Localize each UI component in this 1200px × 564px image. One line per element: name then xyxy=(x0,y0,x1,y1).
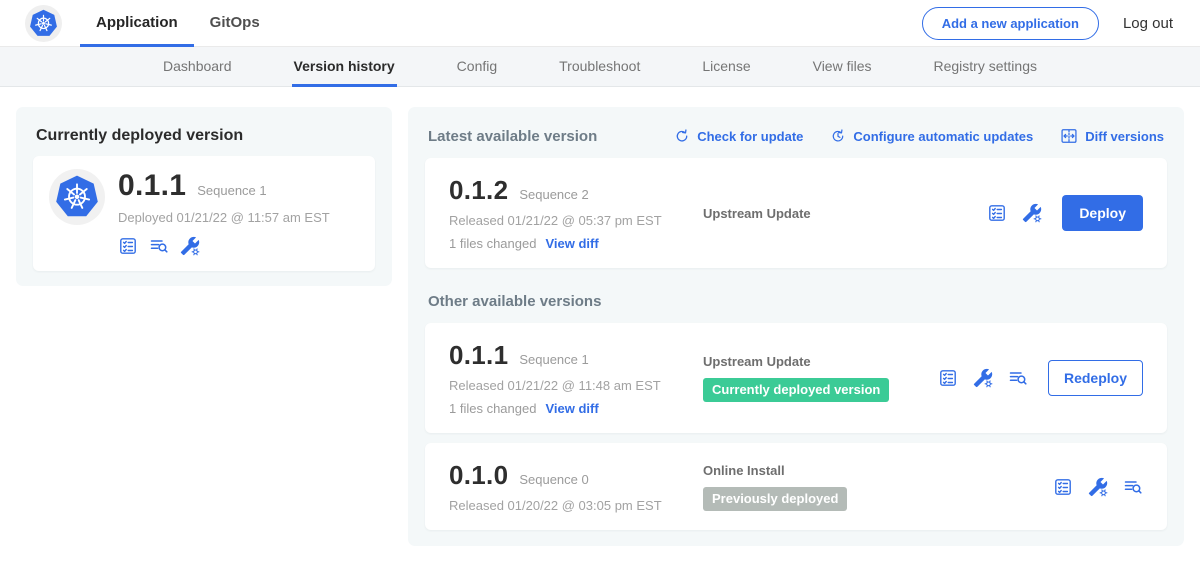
available-versions-panel: Latest available version Check for updat… xyxy=(408,107,1184,546)
subnav-dashboard[interactable]: Dashboard xyxy=(161,47,234,87)
main-content: Currently deployed version 0.1.1 Sequenc… xyxy=(0,87,1200,564)
app-logo xyxy=(25,0,62,46)
tab-gitops[interactable]: GitOps xyxy=(194,0,276,47)
redeploy-button[interactable]: Redeploy xyxy=(1048,360,1143,396)
files-changed-label: 1 files changed xyxy=(449,236,536,251)
version-actions: Check for update Configure automatic upd… xyxy=(674,127,1164,145)
version-row-actions: Redeploy xyxy=(938,360,1143,396)
previously-deployed-badge: Previously deployed xyxy=(703,487,847,511)
version-info-column: 0.1.0 Sequence 0 Released 01/20/22 @ 03:… xyxy=(449,460,681,513)
logout-button[interactable]: Log out xyxy=(1123,15,1173,32)
subnav-registry-settings[interactable]: Registry settings xyxy=(932,47,1039,87)
deployed-version-card: 0.1.1 Sequence 1 Deployed 01/21/22 @ 11:… xyxy=(33,156,375,271)
version-row-0-1-1: 0.1.1 Sequence 1 Released 01/21/22 @ 11:… xyxy=(425,323,1167,433)
released-timestamp: Released 01/21/22 @ 05:37 pm EST xyxy=(449,213,681,228)
currently-deployed-panel: Currently deployed version 0.1.1 Sequenc… xyxy=(16,107,392,286)
configure-automatic-updates-label: Configure automatic updates xyxy=(853,129,1033,144)
deploy-logs-icon[interactable] xyxy=(149,236,169,256)
version-number: 0.1.2 xyxy=(449,175,508,206)
other-versions-title: Other available versions xyxy=(428,293,1164,310)
preflight-checks-icon[interactable] xyxy=(938,368,958,388)
deploy-logs-icon[interactable] xyxy=(1008,368,1028,388)
subnav-troubleshoot[interactable]: Troubleshoot xyxy=(557,47,642,87)
schedule-icon xyxy=(830,128,846,144)
edit-config-icon[interactable] xyxy=(1088,477,1108,497)
released-timestamp: Released 01/20/22 @ 03:05 pm EST xyxy=(449,498,681,513)
deployed-timestamp: Deployed 01/21/22 @ 11:57 am EST xyxy=(118,210,330,225)
diff-icon xyxy=(1060,127,1078,145)
version-number: 0.1.1 xyxy=(449,340,508,371)
version-source-column: Online Install Previously deployed xyxy=(681,463,1053,511)
sequence-label: Sequence 0 xyxy=(519,472,588,487)
files-changed-label: 1 files changed xyxy=(449,401,536,416)
version-source-column: Upstream Update xyxy=(681,206,987,221)
subnav-view-files[interactable]: View files xyxy=(811,47,874,87)
sequence-label: Sequence 1 xyxy=(519,352,588,367)
subnav-version-history[interactable]: Version history xyxy=(292,47,397,87)
version-source-label: Online Install xyxy=(703,463,1053,478)
kubernetes-app-icon xyxy=(49,169,105,225)
version-source-label: Upstream Update xyxy=(703,354,938,369)
edit-config-icon[interactable] xyxy=(973,368,993,388)
version-source-label: Upstream Update xyxy=(703,206,987,221)
top-tabs: Application GitOps xyxy=(80,0,276,46)
edit-config-icon[interactable] xyxy=(180,236,200,256)
add-application-button[interactable]: Add a new application xyxy=(922,7,1099,40)
top-bar-right: Add a new application Log out xyxy=(922,0,1173,46)
check-for-update-label: Check for update xyxy=(697,129,803,144)
deployed-sequence-label: Sequence 1 xyxy=(197,183,266,198)
refresh-icon xyxy=(674,128,690,144)
version-number: 0.1.0 xyxy=(449,460,508,491)
subnav-license[interactable]: License xyxy=(700,47,752,87)
top-bar: Application GitOps Add a new application… xyxy=(0,0,1200,47)
currently-deployed-badge: Currently deployed version xyxy=(703,378,889,402)
tab-application[interactable]: Application xyxy=(80,0,194,47)
version-info-column: 0.1.2 Sequence 2 Released 01/21/22 @ 05:… xyxy=(449,175,681,251)
version-row-0-1-0: 0.1.0 Sequence 0 Released 01/20/22 @ 03:… xyxy=(425,443,1167,530)
latest-available-title: Latest available version xyxy=(428,128,597,145)
preflight-checks-icon[interactable] xyxy=(987,203,1007,223)
deploy-button[interactable]: Deploy xyxy=(1062,195,1143,231)
version-info-column: 0.1.1 Sequence 1 Released 01/21/22 @ 11:… xyxy=(449,340,681,416)
version-source-column: Upstream Update Currently deployed versi… xyxy=(681,354,938,402)
view-diff-link[interactable]: View diff xyxy=(545,401,598,416)
view-diff-link[interactable]: View diff xyxy=(545,236,598,251)
deployed-version-number: 0.1.1 xyxy=(118,169,186,203)
app-subnav: Dashboard Version history Config Trouble… xyxy=(0,47,1200,87)
edit-config-icon[interactable] xyxy=(1022,203,1042,223)
diff-versions-label: Diff versions xyxy=(1085,129,1164,144)
version-row-actions: Deploy xyxy=(987,195,1143,231)
version-row-actions xyxy=(1053,477,1143,497)
released-timestamp: Released 01/21/22 @ 11:48 am EST xyxy=(449,378,681,393)
sequence-label: Sequence 2 xyxy=(519,187,588,202)
currently-deployed-title: Currently deployed version xyxy=(33,119,375,156)
preflight-checks-icon[interactable] xyxy=(118,236,138,256)
diff-versions-link[interactable]: Diff versions xyxy=(1060,127,1164,145)
deploy-logs-icon[interactable] xyxy=(1123,477,1143,497)
preflight-checks-icon[interactable] xyxy=(1053,477,1073,497)
subnav-config[interactable]: Config xyxy=(455,47,499,87)
kubernetes-logo-icon xyxy=(25,5,62,42)
check-for-update-link[interactable]: Check for update xyxy=(674,128,803,144)
configure-automatic-updates-link[interactable]: Configure automatic updates xyxy=(830,128,1033,144)
version-row-0-1-2: 0.1.2 Sequence 2 Released 01/21/22 @ 05:… xyxy=(425,158,1167,268)
deployed-version-info: 0.1.1 Sequence 1 Deployed 01/21/22 @ 11:… xyxy=(118,169,330,256)
